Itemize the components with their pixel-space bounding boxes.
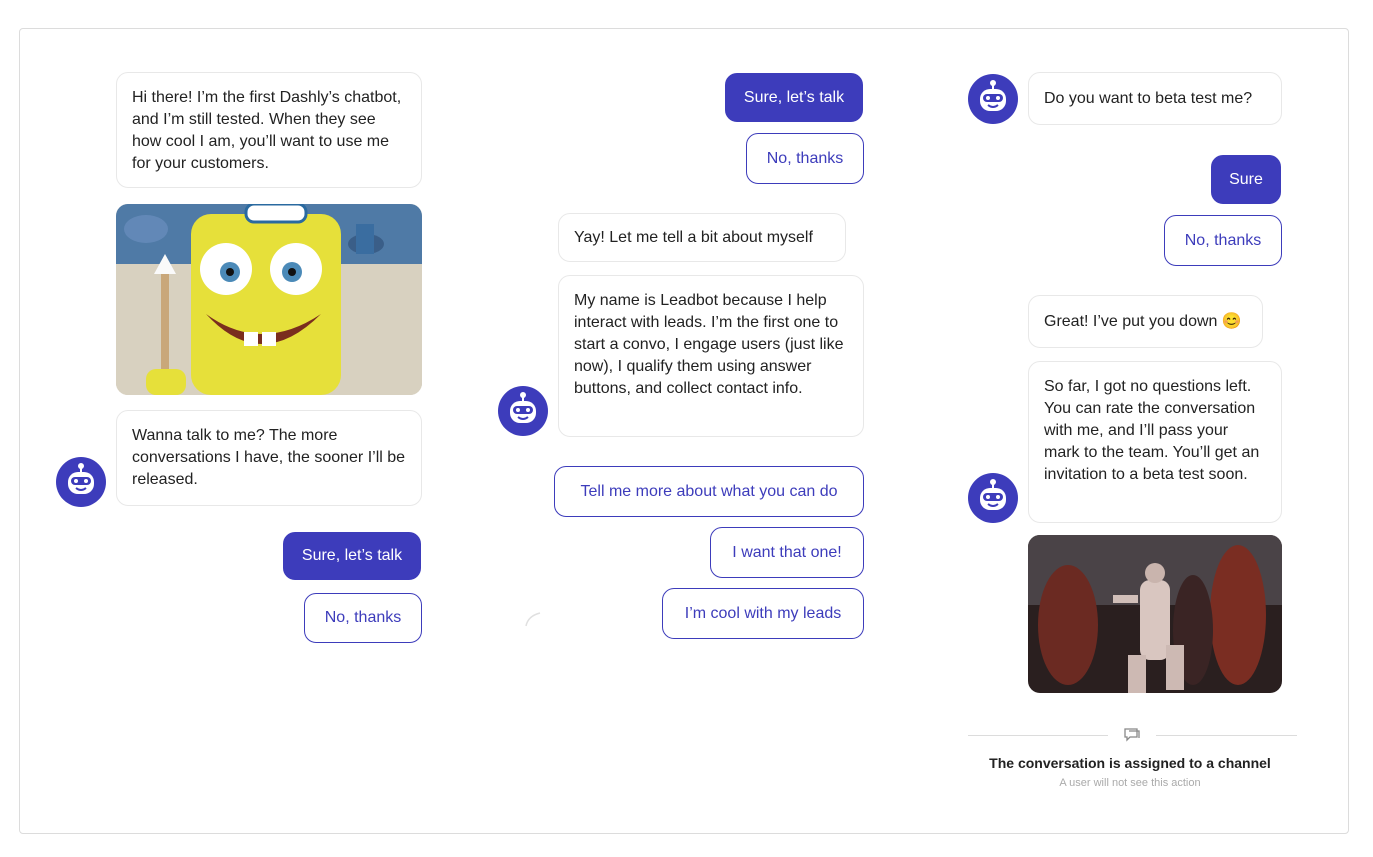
bot-self-intro-message: Yay! Let me tell a bit about myself	[558, 213, 846, 262]
no-thanks-label: No, thanks	[766, 149, 844, 167]
no-thanks-button[interactable]: No, thanks	[746, 133, 864, 184]
option-tell-me-more-label: Tell me more about what you can do	[580, 482, 838, 500]
sure-label: Sure	[1229, 170, 1263, 188]
spongebob-gif-image	[116, 204, 422, 395]
no-thanks-button[interactable]: No, thanks	[304, 593, 422, 643]
bot-confirm-message: Great! I’ve put you down 😊	[1028, 295, 1263, 348]
party-gif-image	[1028, 535, 1282, 693]
robot-avatar-icon	[56, 457, 106, 507]
system-event-title: The conversation is assigned to a channe…	[989, 755, 1271, 771]
robot-avatar-icon	[968, 74, 1018, 124]
bot-intro-message-text: Hi there! I’m the first Dashly’s chatbot…	[132, 89, 402, 172]
sure-lets-talk-button[interactable]: Sure, let’s talk	[725, 73, 863, 122]
bot-confirm-text: Great! I’ve put you down 😊	[1044, 313, 1242, 330]
sure-lets-talk-button[interactable]: Sure, let’s talk	[283, 532, 421, 580]
bot-self-intro-text: Yay! Let me tell a bit about myself	[574, 229, 813, 246]
loading-spinner-icon	[524, 610, 544, 630]
chat-bubbles-icon	[1123, 726, 1141, 744]
bot-final-message: So far, I got no questions left. You can…	[1028, 361, 1282, 523]
sure-lets-talk-label: Sure, let’s talk	[301, 547, 403, 564]
bot-question-message: Wanna talk to me? The more conversations…	[116, 410, 422, 506]
no-thanks-button[interactable]: No, thanks	[1164, 215, 1282, 266]
robot-avatar-icon	[968, 473, 1018, 523]
bot-about-message: My name is Leadbot because I help intera…	[558, 275, 864, 437]
sure-button[interactable]: Sure	[1211, 155, 1281, 204]
option-want-that-label: I want that one!	[732, 543, 842, 561]
bot-question-message-text: Wanna talk to me? The more conversations…	[132, 427, 406, 488]
bot-final-text: So far, I got no questions left. You can…	[1044, 378, 1260, 483]
option-cool-with-leads-button[interactable]: I’m cool with my leads	[662, 588, 864, 639]
bot-intro-message: Hi there! I’m the first Dashly’s chatbot…	[116, 72, 422, 188]
bot-beta-question-message: Do you want to beta test me?	[1028, 72, 1282, 125]
option-cool-with-leads-label: I’m cool with my leads	[684, 604, 842, 622]
option-want-that-button[interactable]: I want that one!	[710, 527, 864, 578]
sure-lets-talk-label: Sure, let’s talk	[743, 88, 845, 106]
divider-right	[1156, 735, 1297, 736]
bot-beta-question-text: Do you want to beta test me?	[1044, 90, 1253, 107]
bot-about-text: My name is Leadbot because I help intera…	[574, 292, 844, 397]
no-thanks-label: No, thanks	[1184, 231, 1262, 249]
robot-avatar-icon	[498, 386, 548, 436]
divider-left	[968, 735, 1108, 736]
no-thanks-label: No, thanks	[324, 609, 402, 626]
option-tell-me-more-button[interactable]: Tell me more about what you can do	[554, 466, 864, 517]
system-event-subtitle: A user will not see this action	[1059, 777, 1201, 789]
